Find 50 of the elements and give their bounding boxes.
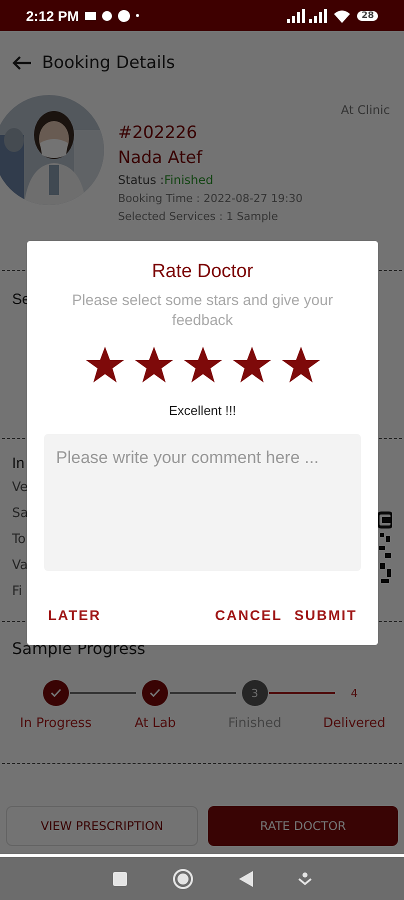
home-icon[interactable] [172,868,194,890]
comment-field[interactable]: Please write your comment here ... [44,434,361,571]
info-label: Sa [12,505,28,523]
submit-button[interactable]: SUBMIT [290,603,361,627]
doctor-name: Nada Atef [118,148,204,168]
later-button[interactable]: LATER [44,603,106,627]
booking-time: Booking Time : 2022-08-27 19:30 [118,192,303,205]
signal-icon [287,8,328,22]
view-prescription-button[interactable]: VIEW PRESCRIPTION [6,806,198,846]
dialog-subtitle: Please select some stars and give your feedback [71,291,334,331]
step-number: 4 [350,686,359,702]
step-connector [269,692,336,694]
visit-type: At Clinic [340,103,390,117]
step-connector [170,692,236,694]
step-label: At Lab [134,716,176,731]
info-label: Fi [12,583,24,601]
star-icon[interactable] [182,345,222,385]
star-icon[interactable] [84,345,124,385]
page-title: Booking Details [42,53,175,73]
dot-icon [136,14,139,17]
star-icon[interactable] [280,345,320,385]
back-arrow-icon[interactable] [12,55,32,71]
rate-doctor-button[interactable]: RATE DOCTOR [208,806,398,846]
status-value: Finished [164,173,214,187]
star-icon[interactable] [134,345,174,385]
message-icon [84,12,96,20]
dialog-title: Rate Doctor [152,261,254,283]
status-time: 2:12 PM [26,8,79,24]
info-label: Va [12,557,28,575]
wifi-icon [333,8,352,22]
circle-icon [118,10,130,22]
booking-number: #202226 [118,123,198,143]
info-label: Ve [12,479,28,497]
section-title: In [12,455,26,472]
recents-icon[interactable] [112,870,128,886]
back-icon[interactable] [238,870,254,888]
step-number: 3 [242,680,268,706]
section-title: Sample Progress [11,639,146,658]
download-icon[interactable] [298,872,312,886]
step-connector [70,692,136,694]
step-label: Delivered [323,716,386,731]
selected-services: Selected Services : 1 Sample [118,210,280,223]
star-rating[interactable] [84,345,320,385]
info-label: To [12,531,27,549]
battery-indicator: 28 [357,10,378,20]
status-label: Status : [118,173,164,187]
star-icon[interactable] [232,345,272,385]
step-label: In Progress [20,716,92,731]
rating-text: Excellent !!! [168,403,236,418]
cancel-button[interactable]: CANCEL [210,603,286,627]
